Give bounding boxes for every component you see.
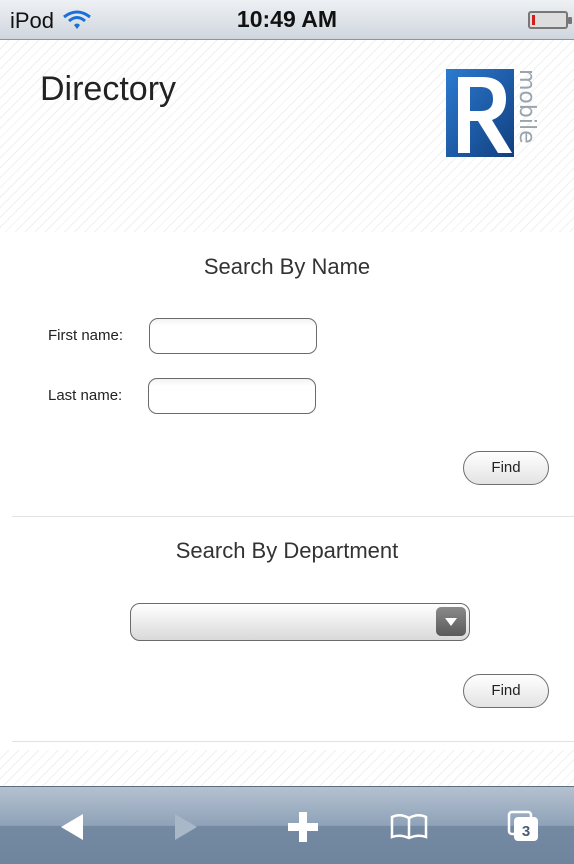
search-by-department-heading: Search By Department — [175, 538, 399, 563]
find-by-department-button[interactable]: Find — [463, 674, 549, 708]
bookmarks-button[interactable] — [386, 805, 432, 849]
department-select[interactable] — [130, 603, 470, 641]
first-name-field[interactable] — [149, 318, 317, 354]
last-name-label: Last name: — [48, 387, 123, 404]
add-button[interactable] — [280, 805, 326, 849]
section-divider — [12, 516, 574, 517]
last-name-field[interactable] — [148, 378, 316, 414]
back-icon — [61, 814, 83, 840]
page-header: Directory mobile — [0, 40, 574, 232]
logo-mobile-text: mobile — [514, 69, 539, 144]
find-by-name-button[interactable]: Find — [463, 451, 549, 485]
forward-button[interactable] — [162, 805, 208, 849]
tabs-icon: 3 — [507, 810, 538, 841]
browser-toolbar: 3 — [0, 786, 574, 864]
search-by-name-heading: Search By Name — [203, 254, 371, 279]
status-bar: iPod 10:49 AM — [0, 0, 574, 40]
first-name-label: First name: — [48, 327, 124, 344]
back-button[interactable] — [50, 805, 96, 849]
r-mobile-logo: mobile — [446, 69, 539, 157]
add-icon — [288, 812, 318, 842]
footer-stripes — [0, 750, 574, 786]
battery-icon — [528, 11, 572, 29]
tab-count: 3 — [522, 823, 530, 840]
forward-icon — [175, 814, 197, 840]
chevron-down-icon — [436, 607, 466, 636]
section-divider — [12, 741, 574, 742]
page-title: Directory — [40, 70, 177, 108]
bookmarks-icon — [390, 814, 428, 840]
tabs-button[interactable]: 3 — [500, 805, 546, 849]
status-time: 10:49 AM — [236, 6, 338, 32]
